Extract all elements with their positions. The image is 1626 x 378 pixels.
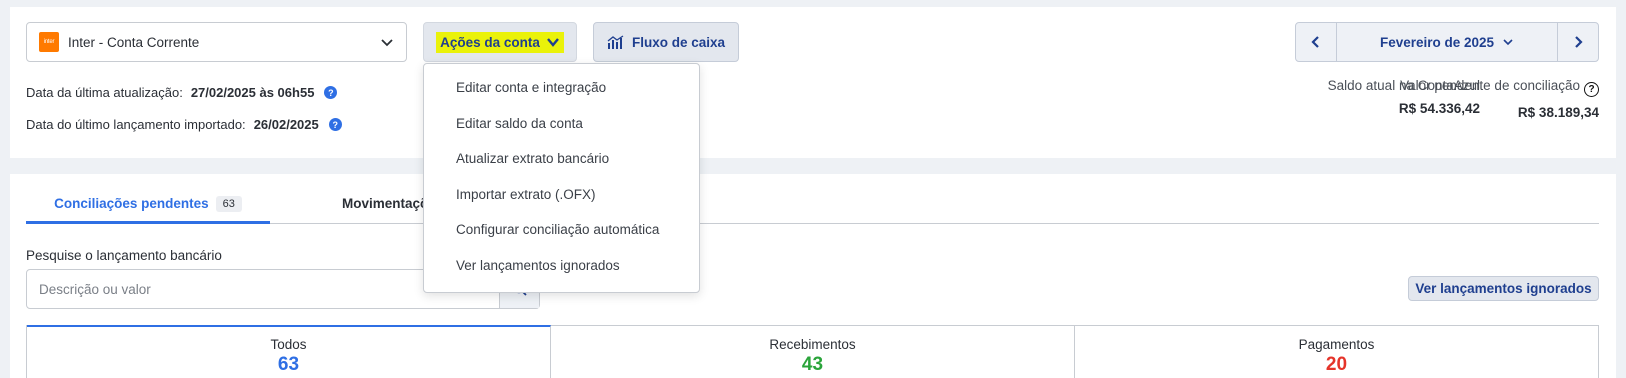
menu-item-edit-balance[interactable]: Editar saldo da conta: [424, 106, 699, 142]
cashflow-label: Fluxo de caixa: [631, 34, 726, 50]
pending-count-badge: 63: [215, 196, 242, 212]
account-actions-menu: Editar conta e integração Editar saldo d…: [423, 63, 700, 293]
search-label: Pesquise o lançamento bancário: [26, 248, 222, 263]
last-import-label: Data do último lançamento importado:: [26, 117, 246, 132]
last-import-info: Data do último lançamento importado: 26/…: [26, 117, 342, 132]
summary-all-count: 63: [277, 354, 300, 375]
tab-pending-label: Conciliações pendentes: [54, 196, 209, 211]
account-actions-button[interactable]: Ações da conta: [423, 22, 577, 62]
chevron-down-icon: [381, 39, 393, 47]
cashflow-button[interactable]: Fluxo de caixa: [593, 22, 739, 62]
account-name: Inter - Conta Corrente: [68, 34, 200, 50]
chevron-left-icon: [1311, 36, 1319, 48]
account-actions-highlight: Ações da conta: [436, 31, 564, 53]
month-navigator: Fevereiro de 2025: [1295, 22, 1599, 62]
last-update-info: Data da última atualização: 27/02/2025 à…: [26, 85, 338, 100]
chevron-down-icon: [1503, 39, 1513, 46]
chart-bars-icon: [607, 34, 624, 49]
summary-receipts-count: 43: [801, 354, 824, 375]
tabs-bar: Conciliações pendentes 63 Movimentações: [26, 188, 1599, 224]
pending-balance-value: R$ 38.189,34: [1517, 105, 1599, 120]
help-icon[interactable]: ?: [1584, 82, 1599, 97]
summary-card-all[interactable]: Todos 63: [27, 325, 551, 378]
summary-cards: Todos 63 Recebimentos 43 Pagamentos 20: [26, 325, 1599, 378]
next-month-button[interactable]: [1558, 23, 1598, 61]
month-label: Fevereiro de 2025: [1379, 34, 1495, 50]
last-import-value: 26/02/2025: [253, 117, 319, 132]
menu-item-update-statement[interactable]: Atualizar extrato bancário: [424, 141, 699, 177]
view-ignored-button[interactable]: Ver lançamentos ignorados: [1408, 276, 1599, 301]
menu-item-view-ignored[interactable]: Ver lançamentos ignorados: [424, 248, 699, 284]
menu-item-edit-account[interactable]: Editar conta e integração: [424, 70, 699, 106]
summary-card-receipts[interactable]: Recebimentos 43: [551, 325, 1075, 378]
month-select[interactable]: Fevereiro de 2025: [1336, 23, 1558, 61]
menu-item-import-ofx[interactable]: Importar extrato (.OFX): [424, 177, 699, 213]
last-update-value: 27/02/2025 às 06h55: [190, 85, 315, 100]
pending-balance: Valor pendente de conciliação? R$ 38.189…: [1400, 78, 1599, 120]
tab-pending-reconciliations[interactable]: Conciliações pendentes 63: [26, 188, 270, 224]
summary-card-payments[interactable]: Pagamentos 20: [1075, 325, 1598, 378]
last-update-label: Data da última atualização:: [26, 85, 183, 100]
account-select[interactable]: inter Inter - Conta Corrente: [26, 22, 407, 62]
summary-payments-count: 20: [1325, 354, 1348, 375]
summary-payments-label: Pagamentos: [1298, 337, 1375, 352]
chevron-down-icon: [546, 38, 559, 47]
summary-all-label: Todos: [270, 337, 307, 352]
help-icon[interactable]: ?: [328, 118, 342, 131]
menu-item-auto-reconciliation[interactable]: Configurar conciliação automática: [424, 212, 699, 248]
summary-receipts-label: Recebimentos: [769, 337, 856, 352]
help-icon[interactable]: ?: [324, 86, 338, 99]
account-actions-label: Ações da conta: [440, 34, 540, 50]
bank-logo: inter: [39, 32, 59, 52]
pending-balance-label: Valor pendente de conciliação: [1400, 78, 1580, 93]
prev-month-button[interactable]: [1296, 23, 1336, 61]
chevron-right-icon: [1575, 36, 1583, 48]
